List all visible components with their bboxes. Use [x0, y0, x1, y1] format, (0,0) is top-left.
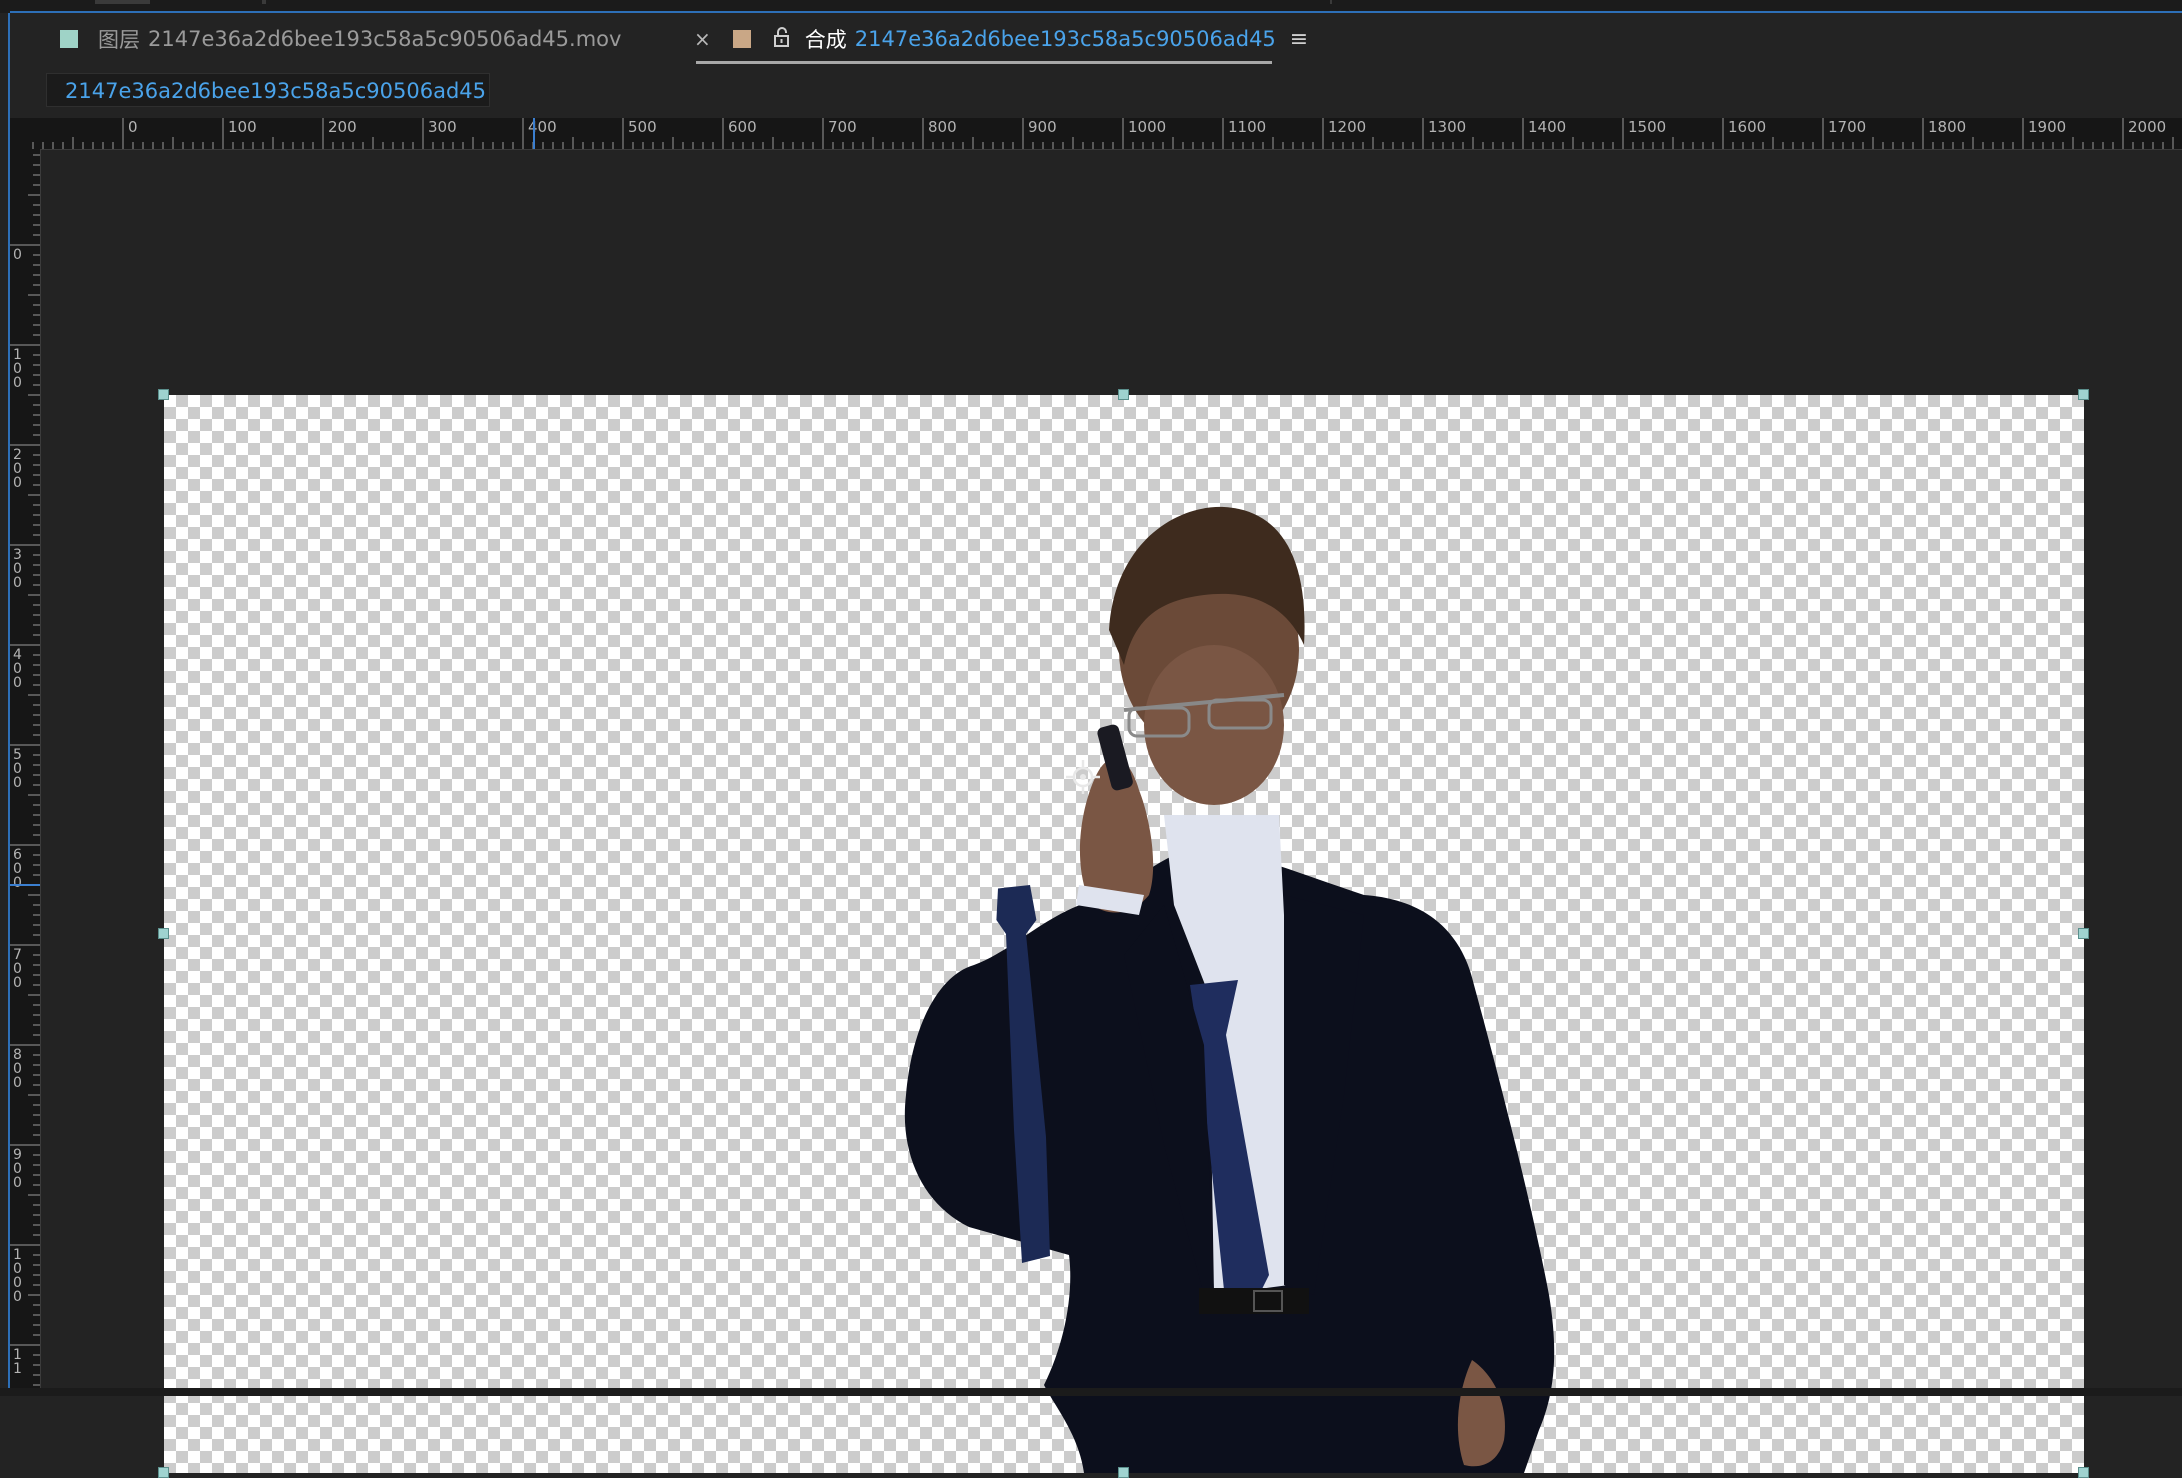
h-ruler-label: 1400 — [1528, 118, 1566, 136]
unlock-icon[interactable] — [773, 26, 791, 52]
v-ruler-label: 0 — [13, 875, 22, 891]
h-ruler-label: 0 — [128, 118, 138, 136]
v-ruler-label: 0 — [13, 975, 22, 991]
handle-top-left[interactable] — [158, 389, 169, 400]
h-ruler-label: 400 — [528, 118, 557, 136]
h-ruler-label: 300 — [428, 118, 457, 136]
keyed-footage-person — [904, 506, 1555, 1473]
comp-breadcrumb[interactable]: 2147e36a2d6bee193c58a5c90506ad45 — [46, 73, 490, 107]
v-ruler-label: 0 — [13, 475, 22, 491]
h-ruler-label: 100 — [228, 118, 257, 136]
v-ruler-label: 0 — [13, 1289, 22, 1305]
horizontal-ruler[interactable]: 0 100 200 300 400 500 600 700 800 900 1000 1100 1200… — [10, 118, 2182, 150]
close-tab-icon[interactable]: × — [694, 27, 711, 51]
h-ruler-label: 1900 — [2028, 118, 2066, 136]
v-ruler-label: 0 — [13, 675, 22, 691]
v-ruler-label: 0 — [13, 1075, 22, 1091]
h-ruler-label: 700 — [828, 118, 857, 136]
v-ruler-label: 0 — [13, 775, 22, 791]
handle-bottom-left[interactable] — [158, 1467, 169, 1478]
h-ruler-label: 1600 — [1728, 118, 1766, 136]
handle-mid-right[interactable] — [2078, 928, 2089, 939]
active-tab-indicator — [696, 61, 1272, 64]
handle-bottom-center[interactable] — [1118, 1467, 1129, 1478]
vertical-ruler[interactable]: 0100200300400500600700800900100011 — [10, 149, 41, 1396]
bottom-edge — [0, 1388, 2182, 1396]
comp-tab-name: 2147e36a2d6bee193c58a5c90506ad45 — [854, 27, 1276, 51]
h-ruler-label: 1700 — [1828, 118, 1866, 136]
v-ruler-label: 1 — [13, 1361, 22, 1377]
h-ruler-label: 1800 — [1928, 118, 1966, 136]
composition-viewer[interactable] — [41, 150, 2182, 1478]
handle-top-right[interactable] — [2078, 389, 2089, 400]
v-ruler-label: 0 — [13, 1175, 22, 1191]
v-ruler-label: 0 — [13, 375, 22, 391]
anchor-point-icon[interactable] — [1066, 760, 1100, 794]
layer-tab[interactable]: 图层 2147e36a2d6bee193c58a5c90506ad45.mov — [60, 13, 621, 65]
h-ruler-label: 1000 — [1128, 118, 1166, 136]
v-ruler-label: 0 — [13, 247, 22, 263]
h-ruler-label: 1500 — [1628, 118, 1666, 136]
panel-tab-bar: 图层 2147e36a2d6bee193c58a5c90506ad45.mov … — [10, 13, 2182, 65]
handle-bottom-right[interactable] — [2078, 1467, 2089, 1478]
h-ruler-label: 600 — [728, 118, 757, 136]
layer-tab-prefix: 图层 — [98, 28, 140, 52]
panel-menu-icon[interactable]: ≡ — [1290, 27, 1308, 52]
layer-tab-name: 2147e36a2d6bee193c58a5c90506ad45.mov — [148, 27, 622, 51]
handle-mid-left[interactable] — [158, 928, 169, 939]
h-ruler-label: 1200 — [1328, 118, 1366, 136]
v-ruler-label: 0 — [13, 575, 22, 591]
h-ruler-label: 200 — [328, 118, 357, 136]
composition-tab[interactable]: × 合成 2147e36a2d6bee193c58a5c90506ad45 ≡ — [694, 13, 1308, 65]
h-ruler-label: 800 — [928, 118, 957, 136]
h-ruler-label: 900 — [1028, 118, 1057, 136]
h-ruler-label: 1100 — [1228, 118, 1266, 136]
h-ruler-label: 500 — [628, 118, 657, 136]
top-frame — [0, 0, 2182, 13]
comp-color-swatch-icon — [732, 30, 751, 48]
handle-top-center[interactable] — [1118, 389, 1129, 400]
comp-tab-title: 合成 — [804, 28, 847, 52]
composition-frame[interactable] — [164, 395, 2084, 1473]
h-ruler-label: 1300 — [1428, 118, 1466, 136]
layer-color-swatch-icon — [60, 30, 78, 48]
h-ruler-label: 2000 — [2128, 118, 2166, 136]
